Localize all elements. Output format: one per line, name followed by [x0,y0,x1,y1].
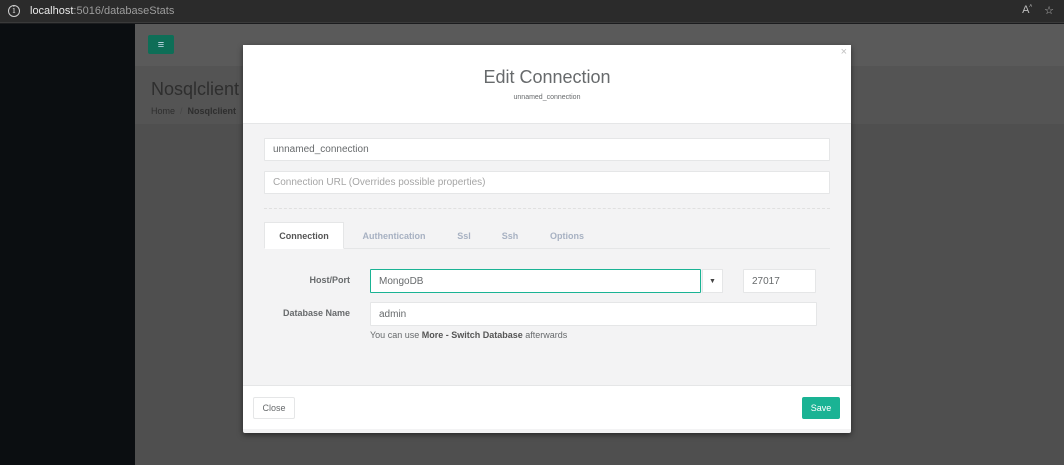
caret-down-icon: ▼ [709,277,716,285]
read-aloud-icon[interactable]: Aᴬ [1022,4,1032,17]
url-text[interactable]: localhost:5016/databaseStats [30,5,174,17]
tab-connection[interactable]: Connection [264,222,344,249]
database-help-text: You can use More - Switch Database after… [370,330,567,340]
hamburger-icon: ≡ [157,38,165,51]
browser-address-bar[interactable]: i localhost:5016/databaseStats Aᴬ ☆ [0,0,1064,23]
favorites-icon[interactable]: ☆ [1044,4,1054,17]
breadcrumb-home[interactable]: Home [151,106,175,116]
url-host: localhost [30,5,74,17]
help-bold: More - Switch Database [421,330,523,340]
help-prefix: You can use [370,330,422,340]
tab-options[interactable]: Options [542,222,592,249]
edit-connection-modal: Edit Connection unnamed_connection × unn… [243,45,851,433]
help-suffix: afterwards [522,330,568,340]
page-title: Nosqlclient [151,79,240,99]
url-path: :5016/databaseStats [73,5,175,17]
breadcrumb-current: Nosqlclient [187,106,237,116]
info-icon[interactable]: i [8,5,20,17]
connection-url-input[interactable]: Connection URL (Overrides possible prope… [264,171,830,194]
port-input[interactable]: 27017 [743,269,816,293]
host-port-label: Host/Port [309,275,351,285]
modal-header: Edit Connection unnamed_connection [243,45,851,124]
tab-ssl[interactable]: Ssl [444,222,484,249]
close-button[interactable]: Close [253,397,295,419]
tab-authentication[interactable]: Authentication [354,222,434,249]
close-icon[interactable]: × [841,46,847,58]
host-dropdown-button[interactable]: ▼ [702,269,723,293]
database-name-input[interactable]: admin [370,302,817,326]
connection-tabs: Connection Authentication Ssl Ssh Option… [264,222,830,249]
sidebar [0,24,135,465]
host-input[interactable]: MongoDB [370,269,701,293]
database-name-label: Database Name [282,308,350,318]
modal-title: Edit Connection [483,67,611,87]
connection-name-input[interactable]: unnamed_connection [264,138,830,161]
modal-footer: Close Save [243,385,851,429]
modal-subtitle: unnamed_connection [513,94,581,101]
divider [264,208,830,209]
breadcrumb-separator: / [180,106,183,116]
breadcrumb: Home / Nosqlclient [151,106,236,116]
tab-ssh[interactable]: Ssh [490,222,530,249]
save-button[interactable]: Save [802,397,840,419]
menu-toggle-button[interactable]: ≡ [148,35,174,54]
